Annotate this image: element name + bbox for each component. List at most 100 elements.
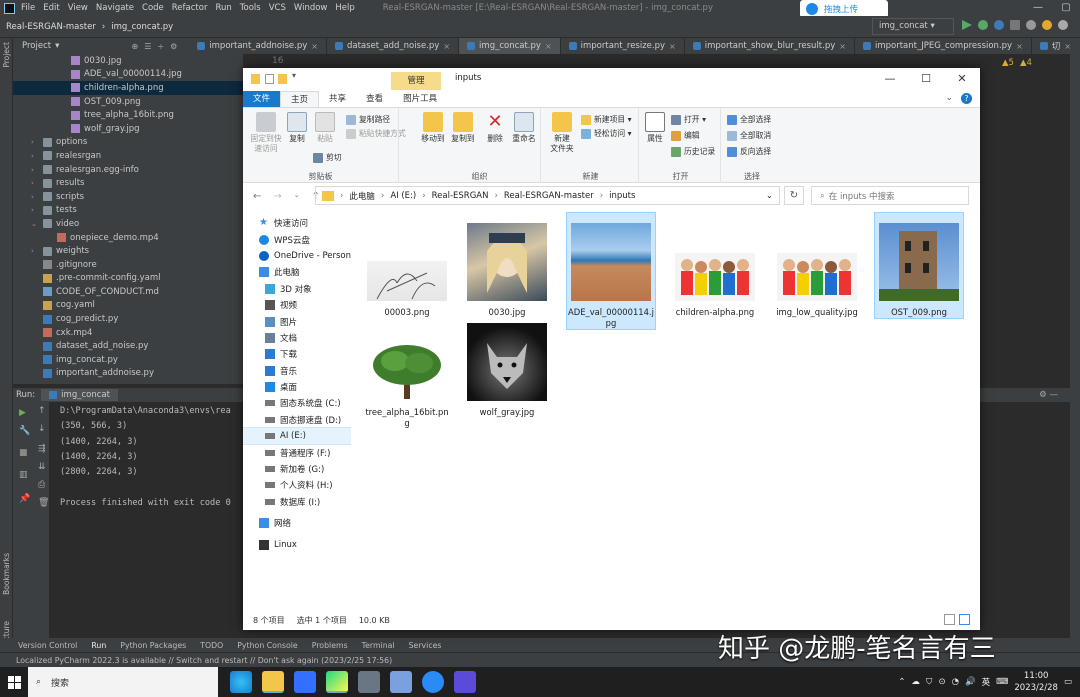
nav-item[interactable]: WPS云盘 [243,231,351,247]
start-button[interactable] [0,667,28,697]
menu-window[interactable]: Window [294,3,328,13]
project-tree-item[interactable]: img_concat.py [13,353,243,367]
project-tree-item[interactable]: .pre-commit-config.yaml [13,272,243,286]
project-tree-item[interactable]: OST_009.png [13,95,243,109]
bookmarks-tool-label[interactable]: Bookmarks [2,553,11,595]
breadcrumb-project[interactable]: Real-ESRGAN-master [6,22,96,32]
project-tree-item[interactable]: children-alpha.png [13,81,243,95]
new-item-button[interactable]: 新建项目 ▾ [581,114,632,125]
project-tree-item[interactable]: › weights [13,244,243,258]
search-everywhere-icon[interactable] [1026,20,1036,30]
minimize-icon[interactable]: — [872,68,908,91]
paste-button[interactable]: 粘贴 [313,112,337,144]
run-configuration-select[interactable]: img_concat ▾ [872,18,954,35]
project-tree-item[interactable]: CODE_OF_CONDUCT.md [13,285,243,299]
wifi-icon[interactable]: ◔ [952,677,959,687]
tool-window-terminal[interactable]: Terminal [362,641,395,650]
ribbon-tab[interactable]: 查看 [356,91,393,107]
app-icon-2[interactable] [454,671,476,693]
large-icons-view-icon[interactable] [959,614,970,625]
pycharm-icon[interactable] [326,671,348,693]
open-button[interactable]: 打开 ▾ [671,114,706,125]
project-tree-item[interactable]: cog_predict.py [13,312,243,326]
baidu-netdisk-icon[interactable] [422,671,444,693]
path-separator-icon[interactable]: › [422,191,425,201]
settings-icon[interactable] [1058,20,1068,30]
file-item[interactable]: img_low_quality.jpg [773,213,861,318]
address-bar[interactable]: › 此电脑 › AI (E:) › Real-ESRGAN › Real-ESRGAN-mas… [315,186,780,205]
app-icon[interactable] [358,671,380,693]
editor-tab[interactable]: important_show_blur_result.py × [685,38,855,54]
run-icon[interactable] [962,20,972,30]
expand-arrow-icon[interactable]: › [31,166,39,174]
path-segment[interactable]: 此电脑 [349,190,375,202]
debug-icon[interactable] [978,20,988,30]
project-tree-item[interactable]: onepiece_demo.mp4 [13,231,243,245]
file-item[interactable]: wolf_gray.jpg [463,323,551,418]
refresh-icon[interactable]: ↻ [784,186,804,205]
project-tree-item[interactable]: 0030.jpg [13,54,243,68]
address-dropdown-icon[interactable]: ⌄ [766,191,779,201]
easy-access-button[interactable]: 轻松访问 ▾ [581,128,632,139]
properties-button[interactable]: 属性 [643,112,667,144]
close-tab-icon[interactable]: × [545,42,552,51]
ribbon-tab[interactable]: 文件 [243,91,281,107]
path-segment[interactable]: AI (E:) [390,191,416,201]
scroll-to-end-icon[interactable]: ⇊ [38,462,46,472]
select-none-button[interactable]: 全部取消 [727,130,771,141]
rename-button[interactable]: 重命名 [509,112,539,144]
move-to-button[interactable]: 移动到 [419,112,447,144]
expand-arrow-icon[interactable]: › [31,138,39,146]
select-all-button[interactable]: 全部选择 [727,114,771,125]
ribbon-tab[interactable]: 图片工具 [393,91,447,107]
close-tab-icon[interactable]: × [839,42,846,51]
edit-button[interactable]: 编辑 [671,130,700,141]
project-tree-item[interactable]: dataset_add_noise.py [13,339,243,353]
menu-vcs[interactable]: VCS [269,3,286,13]
edge-icon[interactable] [230,671,252,693]
copy-to-button[interactable]: 复制到 [449,112,477,144]
expand-arrow-icon[interactable]: › [31,179,39,187]
editor-tab[interactable]: important_JPEG_compression.py × [855,38,1032,54]
expand-arrow-icon[interactable]: › [31,152,39,160]
file-explorer-icon[interactable] [262,671,284,693]
nav-item[interactable]: 固态挪速盘 (D:) [243,412,351,428]
editor-tab[interactable]: dataset_add_noise.py × [327,38,460,54]
nav-item[interactable]: ★ 快速访问 [243,215,351,231]
clock[interactable]: 11:00 2023/2/28 [1014,670,1058,694]
new-folder-button[interactable]: 新建 文件夹 [547,112,577,154]
forward-icon[interactable]: → [273,191,281,202]
inspection-widget[interactable]: ▲5 ▲4 [1002,58,1032,68]
expand-arrow-icon[interactable]: ⌄ [31,220,39,228]
close-tab-icon[interactable]: × [443,42,450,51]
expand-arrow-icon[interactable]: › [31,247,39,255]
minimize-icon[interactable]: — [1024,0,1052,16]
menu-file[interactable]: File [21,3,35,13]
close-tab-icon[interactable]: × [311,42,318,51]
pin-icon[interactable]: 📌 [19,494,30,504]
run-console-output[interactable]: D:\ProgramData\Anaconda3\envs\rea (350, … [60,404,231,511]
tool-window-run[interactable]: Run [91,641,106,650]
project-tree-item[interactable]: › results [13,176,243,190]
project-tree-item[interactable]: tree_alpha_16bit.png [13,108,243,122]
feishu-icon[interactable] [294,671,316,693]
ribbon-tab[interactable]: 共享 [319,91,356,107]
file-item[interactable]: OST_009.png [874,212,964,319]
file-item[interactable]: ADE_val_00000114.jpg [566,212,656,330]
path-segment[interactable]: Real-ESRGAN [432,191,489,201]
manage-context-tab[interactable]: 管理 [391,72,441,90]
project-panel-actions[interactable]: ⊕☰÷⚙ [132,42,190,51]
nav-item[interactable]: 普通程序 (F:) [243,444,351,460]
notification-icon[interactable]: ▭ [1064,677,1072,687]
menu-run[interactable]: Run [215,3,231,13]
clear-icon[interactable]: 🗑 [38,498,49,508]
project-tree-item[interactable]: › realesrgan.egg-info [13,163,243,177]
file-item[interactable]: tree_alpha_16bit.png [363,323,451,429]
tool-window-todo[interactable]: TODO [200,641,223,650]
run-panel-settings-icon[interactable]: ⚙ — [1039,390,1070,400]
image-viewer-icon[interactable] [390,671,412,693]
taskbar-search[interactable]: ⌕ 搜索 [28,667,218,697]
close-tab-icon[interactable]: × [1016,42,1023,51]
tool-window-python-console[interactable]: Python Console [237,641,297,650]
menu-help[interactable]: Help [335,3,354,13]
